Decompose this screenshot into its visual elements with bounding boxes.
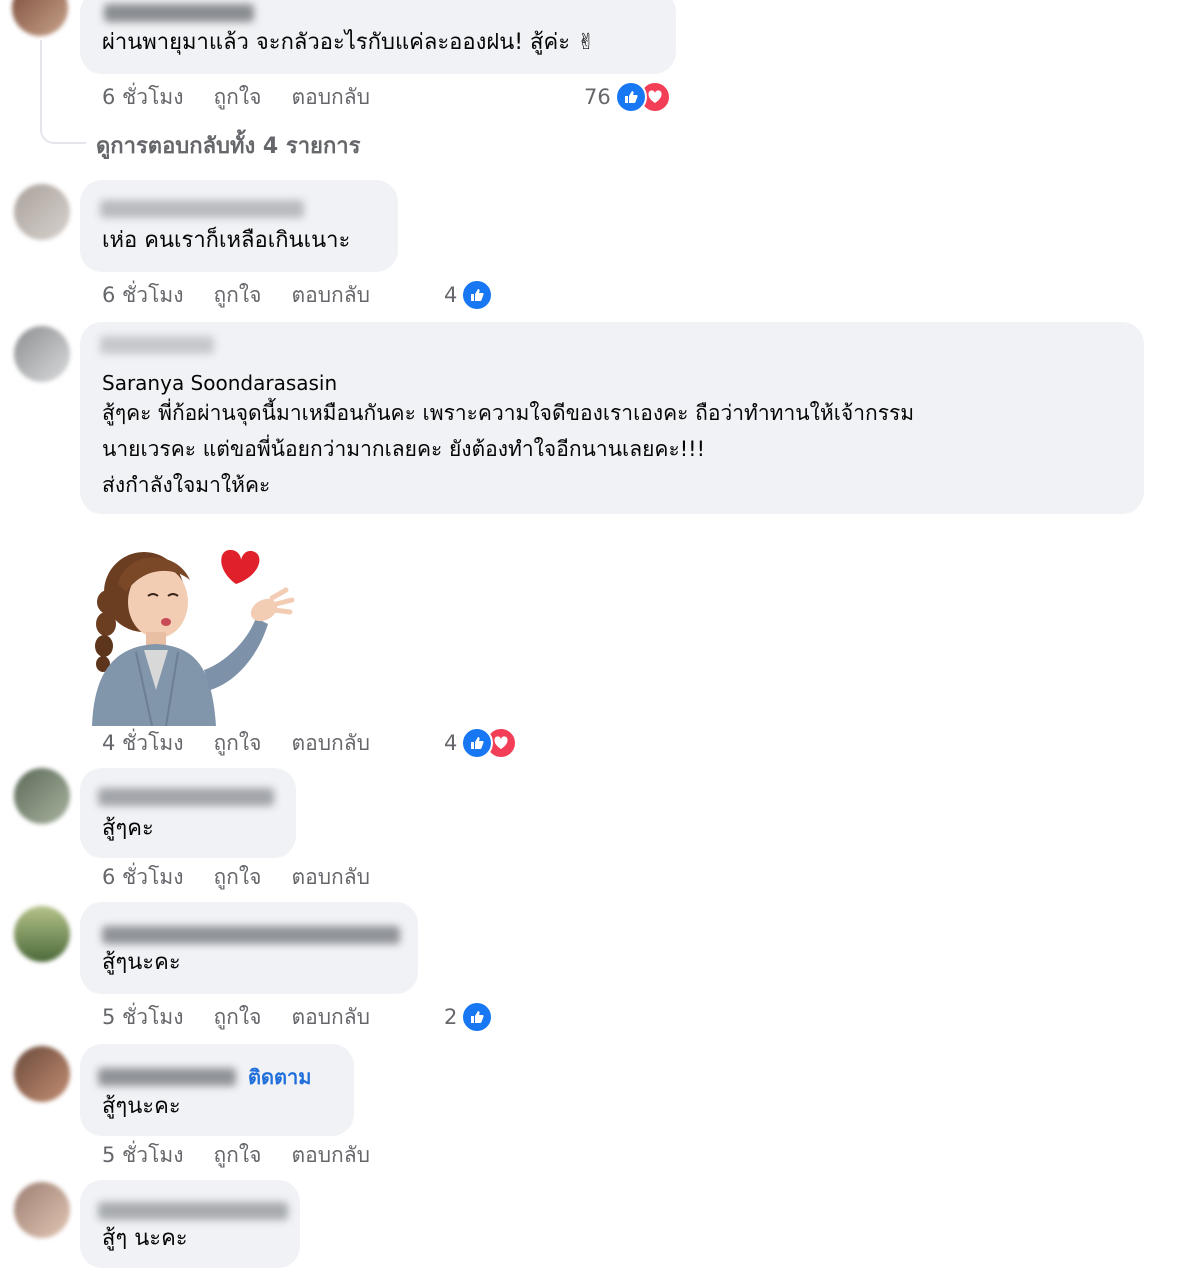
reply-button[interactable]: ตอบกลับ	[291, 861, 370, 894]
commenter-name[interactable]	[98, 1068, 236, 1086]
comment-actions: 6 ชั่วโมง ถูกใจ ตอบกลับ	[102, 280, 400, 310]
like-icon	[614, 81, 647, 113]
reaction-count: 4	[444, 731, 458, 755]
commenter-name[interactable]	[104, 4, 254, 22]
avatar[interactable]	[12, 0, 68, 36]
sticker-illustration	[92, 549, 295, 727]
like-icon	[461, 1001, 494, 1033]
reaction-count: 2	[444, 1005, 458, 1029]
reaction-count: 76	[584, 85, 611, 109]
thread-connector	[40, 40, 86, 144]
avatar[interactable]	[14, 1182, 70, 1238]
timestamp[interactable]: 6 ชั่วโมง	[102, 861, 183, 894]
avatar[interactable]	[14, 1046, 70, 1102]
reply-button[interactable]: ตอบกลับ	[291, 81, 370, 114]
reply-button[interactable]: ตอบกลับ	[291, 727, 370, 760]
comment-actions: 6 ชั่วโมง ถูกใจ ตอบกลับ	[102, 82, 400, 112]
comment-text: สู้ๆนะคะ	[102, 950, 181, 975]
comment-text: สู้ๆคะ	[102, 816, 154, 841]
like-button[interactable]: ถูกใจ	[213, 1139, 261, 1172]
comment-text-line: นายเวรคะ แต่ขอพี่น้อยกว่ามากเลยคะ ยังต้อ…	[102, 437, 705, 461]
timestamp[interactable]: 5 ชั่วโมง	[102, 1139, 183, 1172]
comment-text-line: ส่งกำลังใจมาให้คะ	[102, 473, 271, 497]
like-button[interactable]: ถูกใจ	[213, 727, 261, 760]
like-button[interactable]: ถูกใจ	[213, 1001, 261, 1034]
reply-button[interactable]: ตอบกลับ	[291, 1139, 370, 1172]
commenter-name[interactable]	[98, 1202, 288, 1220]
timestamp[interactable]: 5 ชั่วโมง	[102, 1001, 183, 1034]
avatar[interactable]	[14, 768, 70, 824]
like-icon	[461, 279, 494, 311]
reaction-count: 4	[444, 283, 458, 307]
reaction-summary[interactable]: 2	[444, 1000, 494, 1034]
commenter-name[interactable]	[98, 788, 274, 806]
reply-button[interactable]: ตอบกลับ	[291, 1001, 370, 1034]
comment-actions: 4 ชั่วโมง ถูกใจ ตอบกลับ	[102, 728, 400, 758]
sticker-image[interactable]	[86, 540, 306, 727]
view-more-replies-link[interactable]: ดูการตอบกลับทั้ง 4 รายการ	[96, 128, 360, 163]
comment-actions: 5 ชั่วโมง ถูกใจ ตอบกลับ	[102, 1002, 400, 1032]
commenter-name[interactable]	[102, 926, 400, 944]
comment-text: สู้ๆนะคะ	[102, 1094, 181, 1119]
timestamp[interactable]: 6 ชั่วโมง	[102, 279, 183, 312]
timestamp[interactable]: 6 ชั่วโมง	[102, 81, 183, 114]
comment-text: สู้ๆ นะคะ	[102, 1226, 188, 1251]
tagged-name[interactable]: Saranya Soondarasasin	[102, 368, 337, 398]
reaction-summary[interactable]: 4	[444, 726, 518, 760]
follow-link[interactable]: ติดตาม	[248, 1060, 311, 1094]
comment-text-line: สู้ๆคะ พี่ก้อผ่านจุดนี้มาเหมือนกันคะ เพร…	[102, 401, 915, 425]
like-button[interactable]: ถูกใจ	[213, 861, 261, 894]
like-button[interactable]: ถูกใจ	[213, 279, 261, 312]
reply-button[interactable]: ตอบกลับ	[291, 279, 370, 312]
reaction-summary[interactable]: 4	[444, 278, 494, 312]
avatar[interactable]	[14, 184, 70, 240]
commenter-name[interactable]	[100, 336, 214, 354]
comment-text: เห่อ คนเราก็เหลือเกินเนาะ	[102, 228, 351, 253]
avatar[interactable]	[14, 326, 70, 382]
reaction-summary[interactable]: 76	[584, 80, 671, 114]
comment-actions: 5 ชั่วโมง ถูกใจ ตอบกลับ	[102, 1140, 400, 1170]
commenter-name[interactable]	[100, 200, 304, 218]
comment-text: ผ่านพายุมาแล้ว จะกลัวอะไรกับแค่ละอองฝน! …	[102, 30, 596, 55]
comment-actions: 6 ชั่วโมง ถูกใจ ตอบกลับ	[102, 862, 400, 892]
avatar[interactable]	[14, 906, 70, 962]
timestamp[interactable]: 4 ชั่วโมง	[102, 727, 183, 760]
like-button[interactable]: ถูกใจ	[213, 81, 261, 114]
